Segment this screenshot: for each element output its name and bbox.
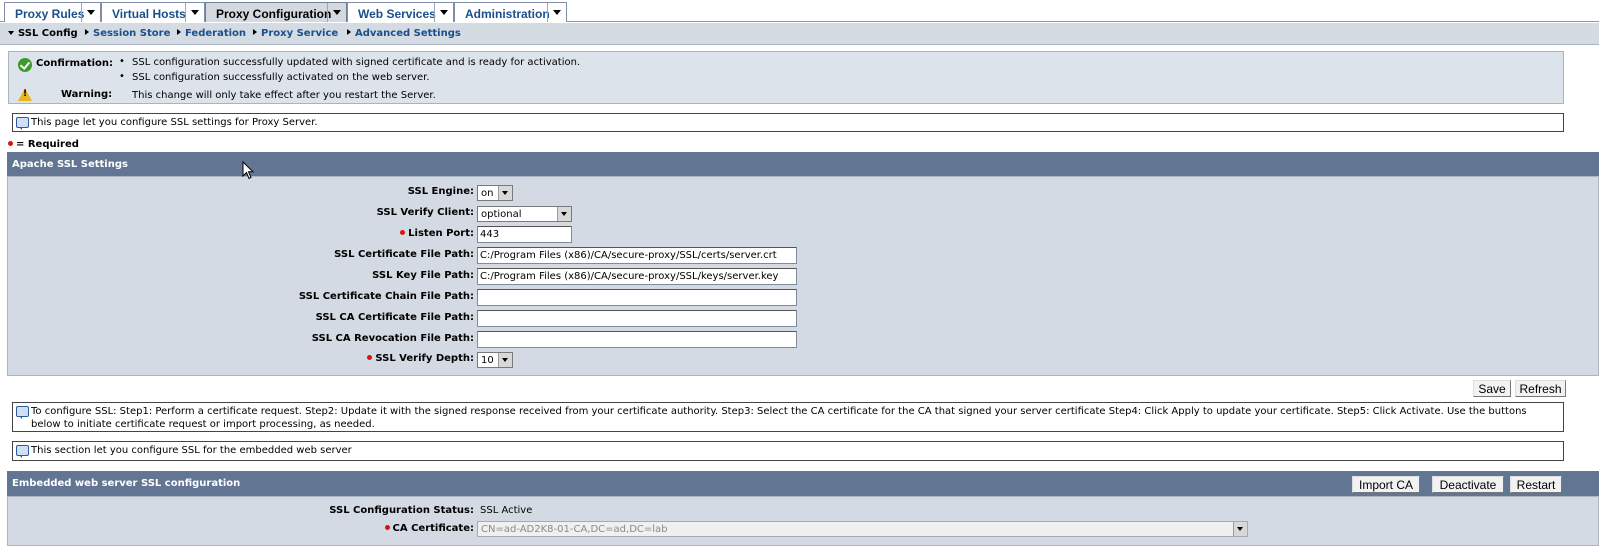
tab-label: Virtual Hosts (112, 7, 186, 21)
cert-file-path-label: SSL Certificate File Path: (334, 249, 474, 260)
info-comment-icon (16, 406, 29, 419)
required-dot-icon (384, 525, 390, 530)
chevron-right-icon (177, 29, 181, 35)
chevron-down-icon[interactable] (557, 207, 571, 221)
ca-cert-file-path-label: SSL CA Certificate File Path: (315, 312, 474, 323)
ssl-configuration-status-value: SSL Active (480, 505, 533, 516)
bullet-icon: • (119, 56, 125, 67)
required-legend-text: = Required (16, 139, 79, 150)
apache-ssl-settings-panel (7, 176, 1599, 376)
ca-certificate-select[interactable]: CN=ad-AD2K8-01-CA,DC=ad,DC=lab (477, 521, 1248, 537)
chevron-down-icon[interactable] (547, 3, 566, 22)
sub-navigation: SSL Config Session Store Federation Prox… (0, 23, 1599, 45)
subnav-federation[interactable]: Federation (177, 28, 246, 39)
ssl-configuration-status-label: SSL Configuration Status: (329, 505, 474, 516)
confirmation-message: SSL configuration successfully activated… (132, 72, 430, 83)
confirmation-message: SSL configuration successfully updated w… (132, 57, 581, 68)
tab-label: Administration (465, 7, 550, 21)
save-button[interactable]: Save (1473, 380, 1511, 397)
tab-virtual-hosts[interactable]: Virtual Hosts (101, 2, 205, 22)
tab-label: Proxy Rules (15, 7, 85, 21)
select-value: 10 (481, 355, 494, 366)
required-dot-icon (8, 141, 13, 146)
mouse-cursor-icon (242, 161, 254, 180)
ssl-verify-client-select[interactable]: optional (477, 206, 572, 222)
subnav-label: Session Store (93, 28, 171, 39)
import-ca-button[interactable]: Import CA (1352, 476, 1420, 493)
ca-cert-file-path-input[interactable] (477, 310, 797, 327)
page-info-box: This page let you configure SSL settings… (12, 113, 1564, 132)
subnav-proxy-service[interactable]: Proxy Service (253, 28, 338, 39)
section-title: Apache SSL Settings (12, 159, 128, 170)
chevron-down-icon[interactable] (81, 3, 100, 22)
steps-info-text: To configure SSL: Step1: Perform a certi… (31, 406, 1527, 430)
subnav-session-store[interactable]: Session Store (85, 28, 170, 39)
subnav-ssl-config[interactable]: SSL Config (8, 28, 78, 39)
subnav-advanced-settings[interactable]: Advanced Settings (347, 28, 461, 39)
bullet-icon: • (119, 71, 125, 82)
status-messages-panel: Confirmation: • SSL configuration succes… (8, 51, 1564, 104)
tab-label: Web Services (358, 7, 436, 21)
ssl-engine-label: SSL Engine: (407, 186, 474, 197)
subnav-label: Federation (185, 28, 247, 39)
select-value: CN=ad-AD2K8-01-CA,DC=ad,DC=lab (481, 524, 668, 535)
label-text: CA Certificate: (392, 523, 474, 534)
required-dot-icon (400, 230, 406, 235)
chevron-down-icon[interactable] (434, 3, 453, 22)
verify-depth-label: SSL Verify Depth: (367, 353, 474, 364)
label-text: SSL Verify Depth: (375, 353, 474, 364)
tab-administration[interactable]: Administration (454, 2, 567, 22)
chevron-down-icon[interactable] (185, 3, 204, 22)
top-tab-bar: Proxy Rules Virtual Hosts Proxy Configur… (0, 0, 1599, 22)
subnav-label: SSL Config (18, 28, 78, 39)
steps-info-box: To configure SSL: Step1: Perform a certi… (12, 402, 1564, 432)
ssl-engine-select[interactable]: on (477, 185, 513, 201)
verify-depth-select[interactable]: 10 (477, 352, 513, 368)
select-value: optional (481, 209, 522, 220)
ssl-verify-client-label: SSL Verify Client: (376, 207, 474, 218)
chevron-down-icon (8, 31, 14, 35)
listen-port-input[interactable]: 443 (477, 226, 572, 243)
warning-message: This change will only take effect after … (132, 90, 436, 101)
chevron-down-icon[interactable] (498, 353, 512, 367)
chevron-right-icon (347, 29, 351, 35)
tab-label: Proxy Configuration (216, 7, 332, 21)
page-info-text: This page let you configure SSL settings… (31, 117, 318, 128)
confirmation-label: Confirmation: (36, 58, 114, 69)
chevron-right-icon (253, 29, 257, 35)
restart-button[interactable]: Restart (1510, 476, 1562, 493)
section-title: Embedded web server SSL configuration (12, 478, 241, 489)
refresh-button[interactable]: Refresh (1515, 380, 1566, 397)
chain-file-path-label: SSL Certificate Chain File Path: (298, 291, 474, 302)
tab-proxy-configuration[interactable]: Proxy Configuration (205, 2, 347, 22)
ca-certificate-label: CA Certificate: (384, 523, 474, 534)
tab-web-services[interactable]: Web Services (347, 2, 454, 22)
ca-revocation-file-path-input[interactable] (477, 331, 797, 348)
deactivate-button[interactable]: Deactivate (1432, 476, 1504, 493)
embedded-info-text: This section let you configure SSL for t… (31, 445, 352, 456)
chevron-right-icon (85, 29, 89, 35)
check-circle-icon (18, 58, 32, 72)
required-legend: = Required (8, 139, 79, 150)
required-dot-icon (367, 355, 373, 360)
key-file-path-label: SSL Key File Path: (372, 270, 474, 281)
chevron-down-icon[interactable] (1233, 522, 1247, 536)
info-comment-icon (16, 117, 29, 130)
subnav-label: Proxy Service (261, 28, 339, 39)
tab-proxy-rules[interactable]: Proxy Rules (4, 2, 101, 22)
subnav-label: Advanced Settings (355, 28, 461, 39)
info-comment-icon (16, 445, 29, 458)
ca-revocation-file-path-label: SSL CA Revocation File Path: (311, 333, 474, 344)
select-value: on (481, 188, 494, 199)
cert-file-path-input[interactable]: C:/Program Files (x86)/CA/secure-proxy/S… (477, 247, 797, 264)
key-file-path-input[interactable]: C:/Program Files (x86)/CA/secure-proxy/S… (477, 268, 797, 285)
chevron-down-icon[interactable] (327, 3, 346, 22)
listen-port-label: Listen Port: (400, 228, 474, 239)
embedded-info-box: This section let you configure SSL for t… (12, 441, 1564, 461)
warning-label: Warning: (61, 89, 113, 100)
chevron-down-icon[interactable] (498, 186, 512, 200)
label-text: Listen Port: (408, 228, 474, 239)
warning-icon-mark: ! (22, 89, 28, 99)
chain-file-path-input[interactable] (477, 289, 797, 306)
